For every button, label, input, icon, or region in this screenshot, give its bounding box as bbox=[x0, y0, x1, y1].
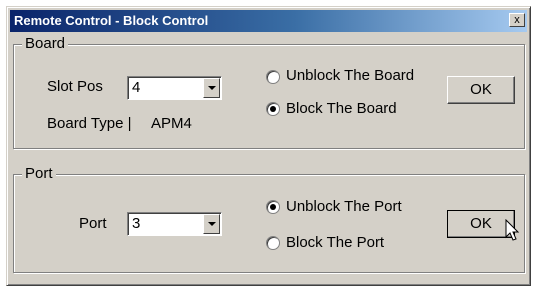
chevron-down-icon[interactable] bbox=[203, 78, 220, 98]
block-board-radio[interactable] bbox=[266, 102, 280, 116]
unblock-board-label[interactable]: Unblock The Board bbox=[286, 67, 414, 85]
board-groupbox: Board Slot Pos 4 Board Type | APM4 Unblo… bbox=[13, 36, 525, 149]
board-type-label: Board Type | bbox=[47, 115, 132, 132]
port-value: 3 bbox=[132, 215, 141, 232]
chevron-down-icon[interactable] bbox=[203, 214, 220, 234]
unblock-board-radio[interactable] bbox=[266, 70, 280, 84]
board-legend: Board bbox=[22, 36, 69, 52]
block-board-label[interactable]: Block The Board bbox=[286, 100, 397, 118]
port-select[interactable]: 3 bbox=[127, 212, 222, 236]
block-port-radio[interactable] bbox=[266, 236, 280, 250]
unblock-port-radio[interactable] bbox=[266, 200, 280, 214]
board-ok-button[interactable]: OK bbox=[447, 76, 515, 104]
port-label: Port bbox=[79, 215, 107, 232]
port-groupbox: Port Port 3 Unblock The Port Block The P… bbox=[13, 166, 525, 273]
slot-pos-value: 4 bbox=[132, 79, 141, 96]
slot-pos-label: Slot Pos bbox=[47, 78, 103, 95]
unblock-port-label[interactable]: Unblock The Port bbox=[286, 198, 402, 216]
port-legend: Port bbox=[22, 166, 56, 182]
board-type-value: APM4 bbox=[151, 115, 192, 132]
slot-pos-select[interactable]: 4 bbox=[127, 76, 222, 100]
close-icon: x bbox=[514, 14, 520, 26]
block-control-dialog: Remote Control - Block Control x Board S… bbox=[6, 6, 531, 286]
title-bar[interactable]: Remote Control - Block Control x bbox=[10, 10, 527, 32]
mouse-pointer-icon bbox=[505, 219, 520, 241]
close-button[interactable]: x bbox=[509, 13, 525, 27]
window-title: Remote Control - Block Control bbox=[14, 13, 209, 28]
block-port-label[interactable]: Block The Port bbox=[286, 234, 384, 252]
